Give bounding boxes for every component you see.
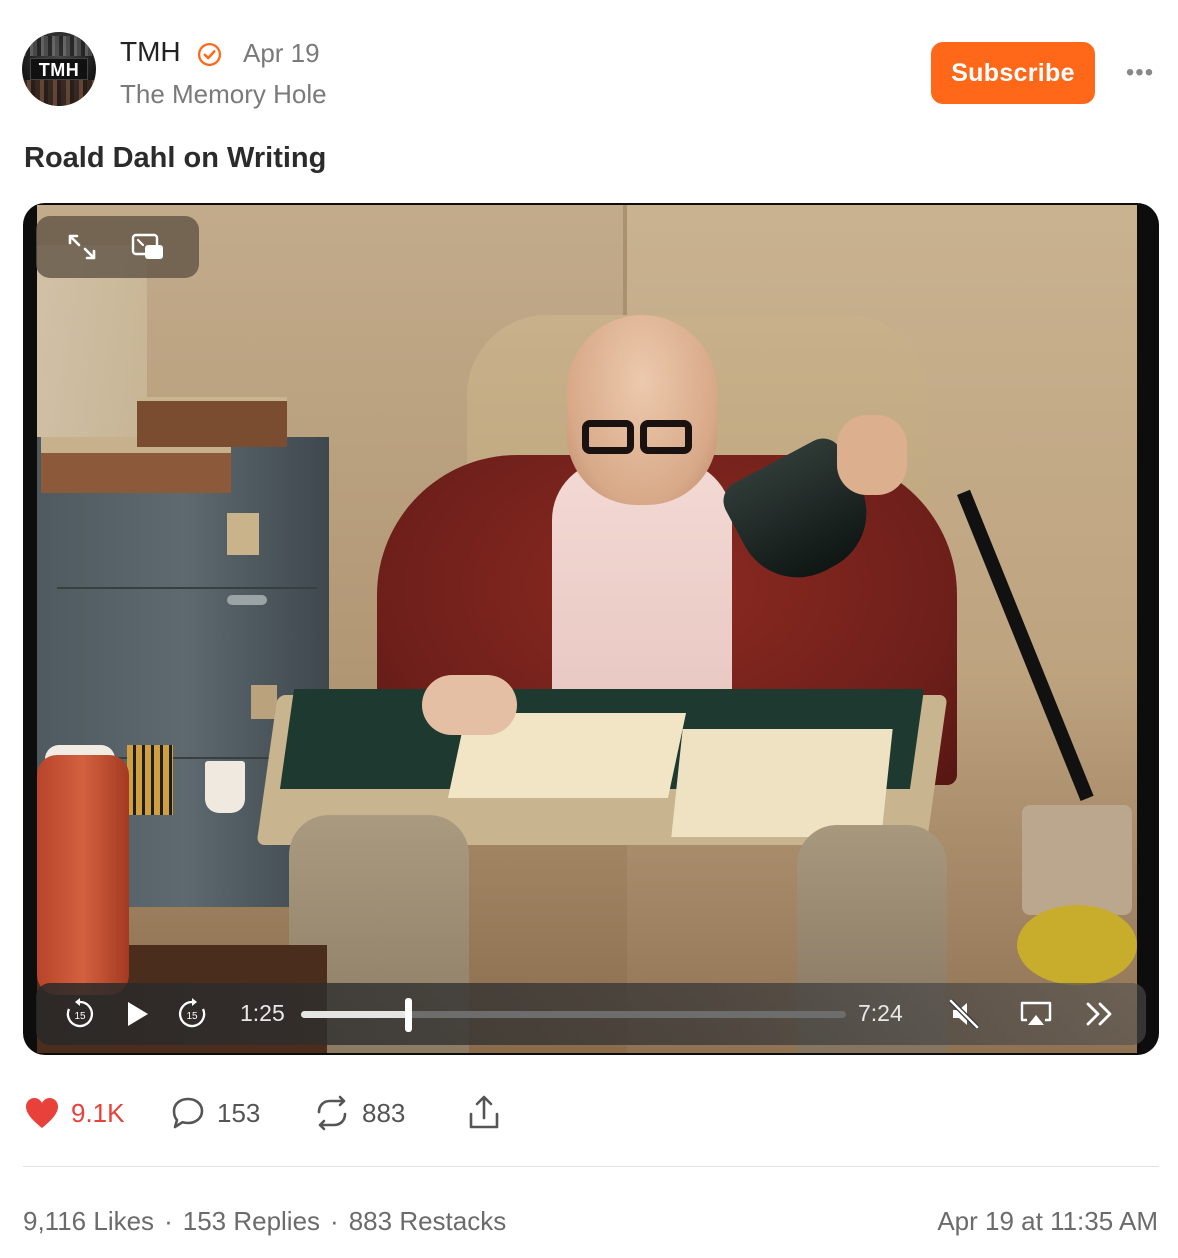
progress-fill bbox=[301, 1011, 408, 1018]
restack-icon bbox=[317, 1095, 347, 1131]
subscribe-button[interactable]: Subscribe bbox=[931, 42, 1095, 104]
share-icon bbox=[469, 1095, 499, 1129]
restack-count: 883 bbox=[362, 1097, 406, 1128]
post-timestamp: Apr 19 at 11:35 AM bbox=[937, 1206, 1158, 1236]
comment-icon bbox=[172, 1097, 204, 1129]
post-date[interactable]: Apr 19 bbox=[243, 38, 320, 69]
separator: · bbox=[330, 1206, 339, 1236]
airplay-icon[interactable] bbox=[1016, 995, 1056, 1033]
likes-link[interactable]: 9,116 Likes bbox=[23, 1206, 154, 1236]
video-top-controls bbox=[36, 216, 199, 278]
more-options-button[interactable]: ••• bbox=[1122, 58, 1158, 88]
skip-forward-label: 15 bbox=[186, 1011, 198, 1022]
avatar[interactable]: TMH bbox=[22, 32, 96, 106]
video-frame bbox=[37, 205, 1137, 1053]
play-icon[interactable] bbox=[116, 995, 156, 1033]
divider bbox=[23, 1166, 1159, 1167]
replies-link[interactable]: 153 Replies bbox=[183, 1206, 320, 1236]
skip-forward-icon[interactable]: 15 bbox=[172, 995, 212, 1033]
video-player[interactable]: 15 15 1:25 7:24 bbox=[23, 203, 1159, 1055]
video-control-bar: 15 15 1:25 7:24 bbox=[36, 983, 1146, 1045]
comment-count: 153 bbox=[217, 1097, 261, 1128]
mute-icon[interactable] bbox=[945, 995, 985, 1033]
picture-in-picture-icon[interactable] bbox=[128, 228, 168, 266]
share-button[interactable] bbox=[466, 1094, 502, 1132]
post-title: Roald Dahl on Writing bbox=[24, 142, 327, 174]
publication-name[interactable]: The Memory Hole bbox=[120, 79, 327, 110]
engagement-stats: 9,116 Likes · 153 Replies · 883 Restacks bbox=[23, 1206, 506, 1237]
heart-icon bbox=[26, 1098, 58, 1128]
skip-back-icon[interactable]: 15 bbox=[60, 995, 100, 1033]
current-time: 1:25 bbox=[240, 1000, 285, 1026]
author-name[interactable]: TMH bbox=[120, 36, 181, 68]
comment-button[interactable]: 153 bbox=[170, 1094, 260, 1132]
expand-icon[interactable] bbox=[62, 228, 102, 266]
restack-button[interactable]: 883 bbox=[313, 1094, 405, 1132]
duration: 7:24 bbox=[858, 1000, 903, 1026]
verified-badge-icon bbox=[197, 42, 222, 67]
progress-thumb[interactable] bbox=[404, 998, 412, 1032]
avatar-art bbox=[22, 36, 96, 56]
fast-forward-icon[interactable] bbox=[1080, 995, 1120, 1033]
skip-back-label: 15 bbox=[74, 1011, 86, 1022]
separator: · bbox=[164, 1206, 173, 1236]
progress-track[interactable] bbox=[301, 998, 846, 1032]
like-count: 9.1K bbox=[71, 1097, 125, 1128]
restacks-link[interactable]: 883 Restacks bbox=[349, 1206, 507, 1236]
avatar-art bbox=[22, 80, 96, 106]
avatar-label: TMH bbox=[30, 58, 88, 80]
like-button[interactable]: 9.1K bbox=[24, 1094, 125, 1132]
